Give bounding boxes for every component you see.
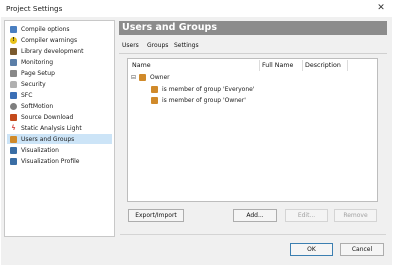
tree-item-label: Owner [150,74,170,81]
column-header-name[interactable]: Name [132,62,151,69]
group-icon [151,86,158,93]
monitoring-icon [10,58,17,66]
warning-icon: ! [10,36,17,44]
sidebar-item-monitoring[interactable]: Monitoring [7,57,112,67]
sidebar-item-static-analysis-light[interactable]: ϟ Static Analysis Light [7,123,112,133]
column-header-full-name[interactable]: Full Name [262,62,293,69]
library-icon [10,47,17,55]
sidebar-item-label: Library development [21,47,84,55]
sidebar-item-library-development[interactable]: Library development [7,46,112,56]
collapse-toggle-icon[interactable]: ⊟ [131,74,136,81]
sidebar-item-visualization-profile[interactable]: Visualization Profile [7,156,112,166]
static-analysis-icon: ϟ [11,124,16,132]
users-groups-icon [10,135,17,143]
tree-row-owner[interactable]: ⊟ Owner [131,74,170,81]
window-title: Project Settings [6,4,63,13]
remove-button[interactable]: Remove [334,209,377,222]
user-icon [139,74,147,81]
lock-icon [10,80,17,88]
sidebar-item-label: Users and Groups [21,135,75,143]
softmotion-icon [10,102,17,110]
sidebar-item-label: Page Setup [21,69,55,77]
column-separator[interactable] [347,60,348,71]
sidebar-item-source-download[interactable]: Source Download [7,112,112,122]
ok-button[interactable]: OK [290,243,333,256]
column-separator[interactable] [302,60,303,71]
compile-options-icon [10,25,17,33]
settings-category-list[interactable]: Compile options ! Compiler warnings Libr… [4,20,115,237]
tree-row-member[interactable]: is member of group 'Owner' [151,97,246,104]
sidebar-item-softmotion[interactable]: SoftMotion [7,101,112,111]
group-icon [151,97,158,104]
sidebar-item-label: SoftMotion [21,102,54,110]
sidebar-item-label: Visualization [21,146,59,154]
sidebar-item-label: SFC [21,91,33,99]
sidebar-item-label: Compiler warnings [21,36,78,44]
printer-icon [10,69,17,77]
tree-item-label: is member of group 'Everyone' [162,86,255,93]
sidebar-item-compiler-warnings[interactable]: ! Compiler warnings [7,35,112,45]
sidebar-item-visualization[interactable]: Visualization [7,145,112,155]
sidebar-item-label: Security [21,80,46,88]
sidebar-item-label: Source Download [21,113,74,121]
export-import-button[interactable]: Export/Import [128,209,184,222]
source-download-icon [10,113,17,121]
tree-row-member[interactable]: is member of group 'Everyone' [151,86,255,93]
sidebar-item-label: Visualization Profile [21,157,80,165]
tab-divider [119,53,387,54]
sidebar-item-page-setup[interactable]: Page Setup [7,68,112,78]
column-header-description[interactable]: Description [305,62,341,69]
cancel-button[interactable]: Cancel [340,243,384,256]
sfc-icon [10,91,17,99]
tab-users[interactable]: Users [122,42,139,49]
sidebar-item-label: Static Analysis Light [21,124,82,132]
sidebar-item-label: Monitoring [21,58,54,66]
sidebar-item-sfc[interactable]: SFC [7,90,112,100]
tab-groups[interactable]: Groups [147,42,168,49]
edit-button[interactable]: Edit... [285,209,328,222]
sidebar-item-users-and-groups[interactable]: Users and Groups [7,134,112,144]
footer-divider [120,234,386,235]
sidebar-item-label: Compile options [21,25,70,33]
visualization-icon [10,146,17,154]
visualization-profile-icon [10,157,17,165]
tree-item-label: is member of group 'Owner' [162,97,246,104]
page-title: Users and Groups [122,22,217,33]
sidebar-item-compile-options[interactable]: Compile options [7,24,112,34]
close-icon[interactable]: ✕ [374,2,388,15]
tab-settings[interactable]: Settings [174,42,199,49]
column-separator[interactable] [259,60,260,71]
add-button[interactable]: Add... [233,209,277,222]
sidebar-item-security[interactable]: Security [7,79,112,89]
